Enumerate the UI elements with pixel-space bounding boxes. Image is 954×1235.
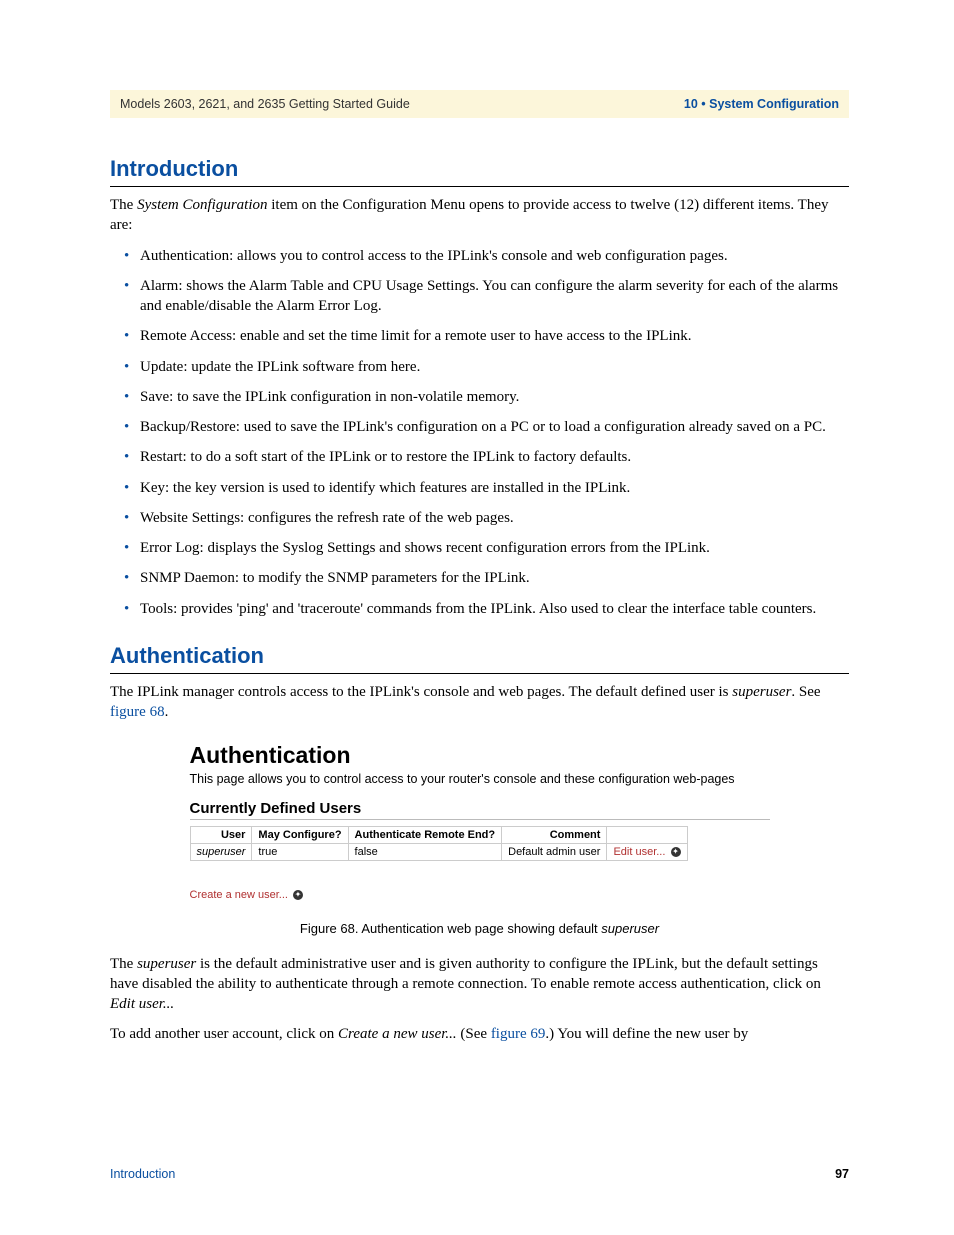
footer-left: Introduction [110,1167,175,1181]
figure-subtitle: This page allows you to control access t… [190,771,770,787]
auth-rule [110,673,849,674]
page-header: Models 2603, 2621, and 2635 Getting Star… [110,90,849,118]
table-header-row: User May Configure? Authenticate Remote … [190,826,687,843]
header-right: 10 • System Configuration [684,97,839,111]
bullet-item: Restart: to do a soft start of the IPLin… [124,447,849,467]
figure-title: Authentication [190,742,770,769]
footer-page-number: 97 [835,1167,849,1181]
bullet-item: Alarm: shows the Alarm Table and CPU Usa… [124,276,849,317]
gear-icon[interactable]: ✦ [293,890,303,900]
auth-heading: Authentication [110,643,849,669]
bullet-item: Update: update the IPLink software from … [124,357,849,377]
col-may-configure: May Configure? [252,826,348,843]
bullet-item: Error Log: displays the Syslog Settings … [124,538,849,558]
col-auth-remote: Authenticate Remote End? [348,826,502,843]
figure-caption: Figure 68. Authentication web page showi… [110,921,849,936]
bullet-item: Remote Access: enable and set the time l… [124,326,849,346]
bullet-item: Backup/Restore: used to save the IPLink'… [124,417,849,437]
intro-paragraph: The System Configuration item on the Con… [110,195,849,236]
page-footer: Introduction 97 [110,1167,849,1181]
intro-heading: Introduction [110,156,849,182]
bullet-item: Authentication: allows you to control ac… [124,246,849,266]
cell-comment: Default admin user [502,843,607,860]
bullet-item: Key: the key version is used to identify… [124,478,849,498]
col-comment: Comment [502,826,607,843]
cell-auth-remote: false [348,843,502,860]
post-paragraph-2: To add another user account, click on Cr… [110,1024,849,1044]
figure-68-link[interactable]: figure 68 [110,704,165,720]
auth-paragraph: The IPLink manager controls access to th… [110,682,849,723]
col-user: User [190,826,252,843]
create-new-user-link[interactable]: Create a new user... ✦ [190,889,304,901]
intro-rule [110,186,849,187]
bullet-item: SNMP Daemon: to modify the SNMP paramete… [124,568,849,588]
cell-edit: Edit user... ✦ [607,843,687,860]
figure-68: Authentication This page allows you to c… [190,742,770,902]
intro-bullet-list: Authentication: allows you to control ac… [124,246,849,619]
cell-user: superuser [190,843,252,860]
users-table: User May Configure? Authenticate Remote … [190,826,688,861]
figure-section-title: Currently Defined Users [190,800,770,820]
edit-user-link[interactable]: Edit user... [613,846,665,858]
table-row: superuser true false Default admin user … [190,843,687,860]
col-actions [607,826,687,843]
bullet-item: Tools: provides 'ping' and 'traceroute' … [124,599,849,619]
bullet-item: Save: to save the IPLink configuration i… [124,387,849,407]
figure-69-link[interactable]: figure 69 [491,1026,546,1042]
cell-may-configure: true [252,843,348,860]
header-left: Models 2603, 2621, and 2635 Getting Star… [120,97,410,111]
post-paragraph-1: The superuser is the default administrat… [110,954,849,1015]
bullet-item: Website Settings: configures the refresh… [124,508,849,528]
gear-icon[interactable]: ✦ [671,847,681,857]
